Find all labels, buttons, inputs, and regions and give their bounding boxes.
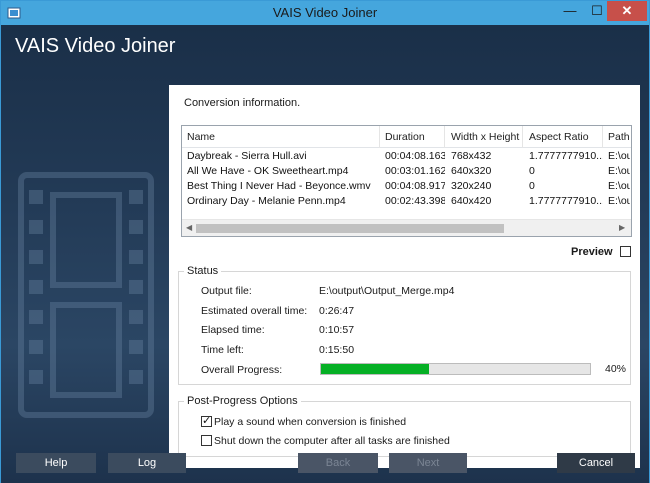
file-table: Name Duration Width x Height Aspect Rati… [181, 125, 632, 237]
next-button[interactable]: Next [389, 453, 467, 473]
table-row[interactable]: All We Have - OK Sweetheart.mp4 00:03:01… [182, 164, 631, 179]
conversion-info-label: Conversion information. [184, 97, 301, 109]
cell-aspect-ratio: 1.7777777910... [529, 150, 603, 162]
output-file-value: E:\output\Output_Merge.mp4 [319, 285, 455, 297]
close-button[interactable]: ✕ [607, 1, 647, 21]
play-sound-label[interactable]: Play a sound when conversion is finished [214, 416, 406, 428]
log-button[interactable]: Log [108, 453, 186, 473]
cell-duration: 00:04:08.917 [385, 180, 445, 192]
column-name[interactable]: Name [187, 131, 215, 143]
cancel-button[interactable]: Cancel [557, 453, 635, 473]
cell-dimensions: 768x432 [451, 150, 492, 162]
overall-progress-label: Overall Progress: [201, 364, 283, 376]
post-options-group: Post-Progress Options [178, 395, 631, 457]
elapsed-time-label: Elapsed time: [201, 324, 265, 336]
help-button[interactable]: Help [16, 453, 96, 473]
column-aspect-ratio[interactable]: Aspect Ratio [529, 131, 589, 143]
preview-label: Preview [571, 246, 613, 258]
time-left-value: 0:15:50 [319, 344, 355, 356]
scroll-left-icon[interactable]: ◀ [186, 223, 192, 232]
scroll-right-icon[interactable]: ▶ [619, 223, 625, 232]
cell-name: Best Thing I Never Had - Beyonce.wmv [187, 180, 371, 192]
post-options-title: Post-Progress Options [184, 395, 301, 407]
cell-dimensions: 320x240 [451, 180, 492, 192]
table-row[interactable]: Best Thing I Never Had - Beyonce.wmv 00:… [182, 179, 631, 194]
overall-progress-bar [320, 363, 591, 375]
shutdown-label[interactable]: Shut down the computer after all tasks a… [214, 435, 450, 447]
cell-dimensions: 640x320 [451, 165, 492, 177]
horizontal-scrollbar[interactable]: ◀ ▶ [182, 219, 631, 236]
app-heading: VAIS Video Joiner [15, 35, 176, 57]
time-left-label: Time left: [201, 344, 244, 356]
cell-aspect-ratio: 1.7777777910... [529, 195, 603, 207]
cell-aspect-ratio: 0 [529, 180, 535, 192]
column-path[interactable]: Path [608, 131, 630, 143]
minimize-button[interactable]: — [557, 1, 583, 21]
cell-duration: 00:04:08.163 [385, 150, 445, 162]
table-header: Name Duration Width x Height Aspect Rati… [182, 126, 631, 148]
table-row[interactable]: Ordinary Day - Melanie Penn.mp4 00:02:43… [182, 194, 631, 209]
cell-duration: 00:03:01.162 [385, 165, 445, 177]
window-title: VAIS Video Joiner [272, 5, 378, 20]
app-background: VAIS Video Joiner Conversion information… [1, 25, 649, 483]
play-sound-checkbox[interactable] [201, 414, 212, 427]
progress-fill [321, 364, 429, 374]
film-strip-icon [18, 172, 154, 418]
status-title: Status [184, 265, 222, 277]
column-dimensions[interactable]: Width x Height [451, 131, 519, 143]
shutdown-checkbox[interactable] [201, 435, 212, 446]
cell-name: All We Have - OK Sweetheart.mp4 [187, 165, 349, 177]
cell-name: Ordinary Day - Melanie Penn.mp4 [187, 195, 346, 207]
main-panel: Conversion information. Name Duration Wi… [169, 85, 640, 468]
app-window: VAIS Video Joiner — ☐ ✕ VAIS Video Joine… [0, 0, 650, 483]
cell-dimensions: 640x420 [451, 195, 492, 207]
cell-path: E:\ou [608, 195, 630, 207]
estimated-time-label: Estimated overall time: [201, 305, 308, 317]
column-duration[interactable]: Duration [385, 131, 425, 143]
table-row[interactable]: Daybreak - Sierra Hull.avi 00:04:08.163 … [182, 149, 631, 164]
back-button[interactable]: Back [298, 453, 378, 473]
output-file-label: Output file: [201, 285, 252, 297]
scrollbar-thumb[interactable] [196, 224, 504, 233]
cell-path: E:\ou [608, 150, 630, 162]
cell-aspect-ratio: 0 [529, 165, 535, 177]
cell-path: E:\ou [608, 165, 630, 177]
cell-name: Daybreak - Sierra Hull.avi [187, 150, 307, 162]
elapsed-time-value: 0:10:57 [319, 324, 355, 336]
estimated-time-value: 0:26:47 [319, 305, 355, 317]
progress-percent: 40% [605, 363, 627, 375]
title-bar[interactable]: VAIS Video Joiner — ☐ ✕ [1, 1, 649, 25]
preview-checkbox[interactable] [620, 246, 631, 257]
cell-path: E:\ou [608, 180, 630, 192]
cell-duration: 00:02:43.398 [385, 195, 445, 207]
